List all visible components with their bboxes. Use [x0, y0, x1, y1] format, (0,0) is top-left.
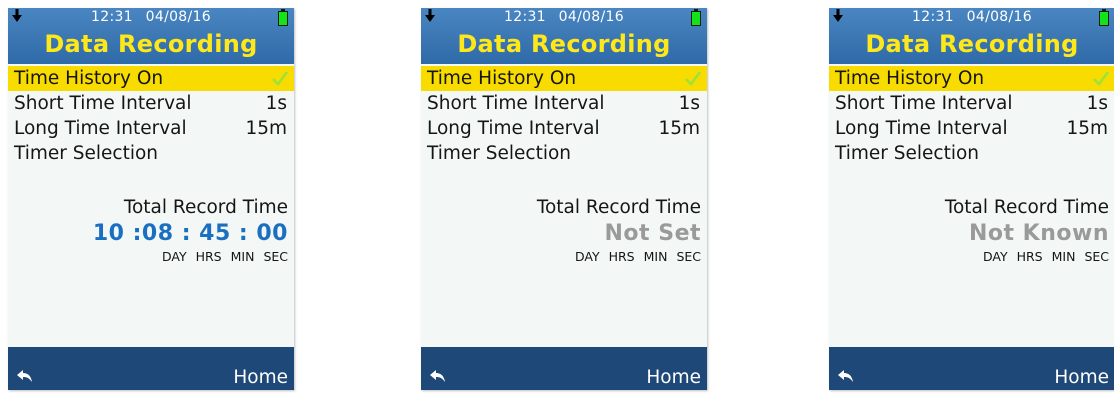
header: 12:31 04/08/16 Data Recording [8, 8, 294, 64]
check-icon [685, 71, 702, 86]
clock-time: 12:31 [91, 9, 133, 25]
status-bar: 12:31 04/08/16 [8, 8, 294, 28]
back-arrow-icon[interactable] [16, 369, 34, 383]
menu-item-label: Long Time Interval [835, 118, 1008, 139]
page-title: Data Recording [865, 30, 1079, 58]
check-icon [1093, 71, 1110, 86]
record-time-value: Not Known [968, 221, 1109, 246]
record-time-units: DAY HRS MIN SEC [93, 248, 288, 266]
back-arrow-icon[interactable] [429, 369, 447, 383]
unit-hrs: HRS [1016, 249, 1043, 264]
clock-date: 04/08/16 [145, 9, 211, 25]
menu-item-label: Short Time Interval [427, 93, 605, 114]
unit-day: DAY [574, 249, 600, 264]
record-time-value: 10 :08 : 45 : 00 [92, 221, 288, 246]
unit-hrs: HRS [195, 249, 222, 264]
menu-item-value: 15m [658, 118, 700, 139]
header: 12:31 04/08/16 Data Recording [829, 8, 1114, 64]
unit-min: MIN [1051, 249, 1076, 264]
device-screen-1: 12:31 04/08/16 Data Recording Time Histo… [8, 8, 294, 390]
menu-item-label: Timer Selection [427, 143, 572, 164]
back-arrow-icon[interactable] [837, 369, 855, 383]
menu-item-label: Time History On [835, 68, 985, 89]
clock-time: 12:31 [912, 9, 954, 25]
menu-item-long-interval[interactable]: Long Time Interval 15m [8, 116, 294, 141]
unit-sec: SEC [263, 249, 288, 264]
record-time-title: Total Record Time [536, 197, 701, 218]
record-time-title: Total Record Time [123, 197, 288, 218]
clock-time: 12:31 [504, 9, 546, 25]
menu-item-label: Short Time Interval [835, 93, 1013, 114]
menu-item-label: Time History On [14, 68, 164, 89]
settings-menu: Time History On Short Time Interval 1s L… [8, 66, 294, 166]
menu-item-label: Long Time Interval [14, 118, 187, 139]
record-time-panel: Total Record Time Not Set DAY HRS MIN SEC [537, 196, 701, 266]
menu-item-timer-selection[interactable]: Timer Selection [829, 141, 1114, 166]
record-time-title: Total Record Time [944, 197, 1109, 218]
home-button[interactable]: Home [1054, 367, 1109, 389]
menu-item-timer-selection[interactable]: Timer Selection [421, 141, 707, 166]
battery-icon [1099, 9, 1109, 26]
unit-sec: SEC [676, 249, 701, 264]
battery-icon [278, 9, 288, 26]
menu-item-label: Long Time Interval [427, 118, 600, 139]
record-time-units: DAY HRS MIN SEC [945, 248, 1109, 266]
menu-item-time-history[interactable]: Time History On [421, 66, 707, 91]
menu-item-value: 15m [1066, 118, 1108, 139]
unit-day: DAY [161, 249, 187, 264]
record-time-panel: Total Record Time Not Known DAY HRS MIN SEC [945, 196, 1109, 266]
footer-bar: Home [421, 347, 707, 390]
status-time: 12:31 04/08/16 [421, 9, 707, 25]
menu-item-value: 1s [1086, 93, 1108, 114]
menu-item-value: 1s [265, 93, 287, 114]
unit-min: MIN [230, 249, 255, 264]
home-button[interactable]: Home [233, 367, 288, 389]
battery-icon [691, 9, 701, 26]
record-time-units: DAY HRS MIN SEC [537, 248, 701, 266]
record-time-value: Not Set [604, 221, 701, 246]
menu-item-label: Short Time Interval [14, 93, 192, 114]
footer-bar: Home [829, 347, 1114, 390]
status-bar: 12:31 04/08/16 [829, 8, 1114, 28]
unit-min: MIN [643, 249, 668, 264]
menu-item-value: 1s [678, 93, 700, 114]
menu-item-label: Timer Selection [835, 143, 980, 164]
status-time: 12:31 04/08/16 [8, 9, 294, 25]
record-time-panel: Total Record Time 10 :08 : 45 : 00 DAY HR… [93, 196, 288, 266]
unit-hrs: HRS [608, 249, 635, 264]
home-button[interactable]: Home [646, 367, 701, 389]
device-screen-3: 12:31 04/08/16 Data Recording Time Histo… [829, 8, 1114, 390]
menu-item-long-interval[interactable]: Long Time Interval 15m [829, 116, 1114, 141]
menu-item-time-history[interactable]: Time History On [8, 66, 294, 91]
unit-day: DAY [982, 249, 1008, 264]
menu-item-label: Timer Selection [14, 143, 159, 164]
menu-item-short-interval[interactable]: Short Time Interval 1s [8, 91, 294, 116]
status-bar: 12:31 04/08/16 [421, 8, 707, 28]
page-title: Data Recording [457, 30, 671, 58]
menu-item-timer-selection[interactable]: Timer Selection [8, 141, 294, 166]
menu-item-value: 15m [245, 118, 287, 139]
menu-item-long-interval[interactable]: Long Time Interval 15m [421, 116, 707, 141]
clock-date: 04/08/16 [558, 9, 624, 25]
menu-item-short-interval[interactable]: Short Time Interval 1s [829, 91, 1114, 116]
page-title: Data Recording [44, 30, 258, 58]
settings-menu: Time History On Short Time Interval 1s L… [421, 66, 707, 166]
check-icon [272, 71, 289, 86]
device-screen-2: 12:31 04/08/16 Data Recording Time Histo… [421, 8, 707, 390]
footer-bar: Home [8, 347, 294, 390]
unit-sec: SEC [1084, 249, 1109, 264]
menu-item-short-interval[interactable]: Short Time Interval 1s [421, 91, 707, 116]
menu-item-time-history[interactable]: Time History On [829, 66, 1114, 91]
clock-date: 04/08/16 [966, 9, 1032, 25]
settings-menu: Time History On Short Time Interval 1s L… [829, 66, 1114, 166]
menu-item-label: Time History On [427, 68, 577, 89]
header: 12:31 04/08/16 Data Recording [421, 8, 707, 64]
status-time: 12:31 04/08/16 [829, 9, 1114, 25]
